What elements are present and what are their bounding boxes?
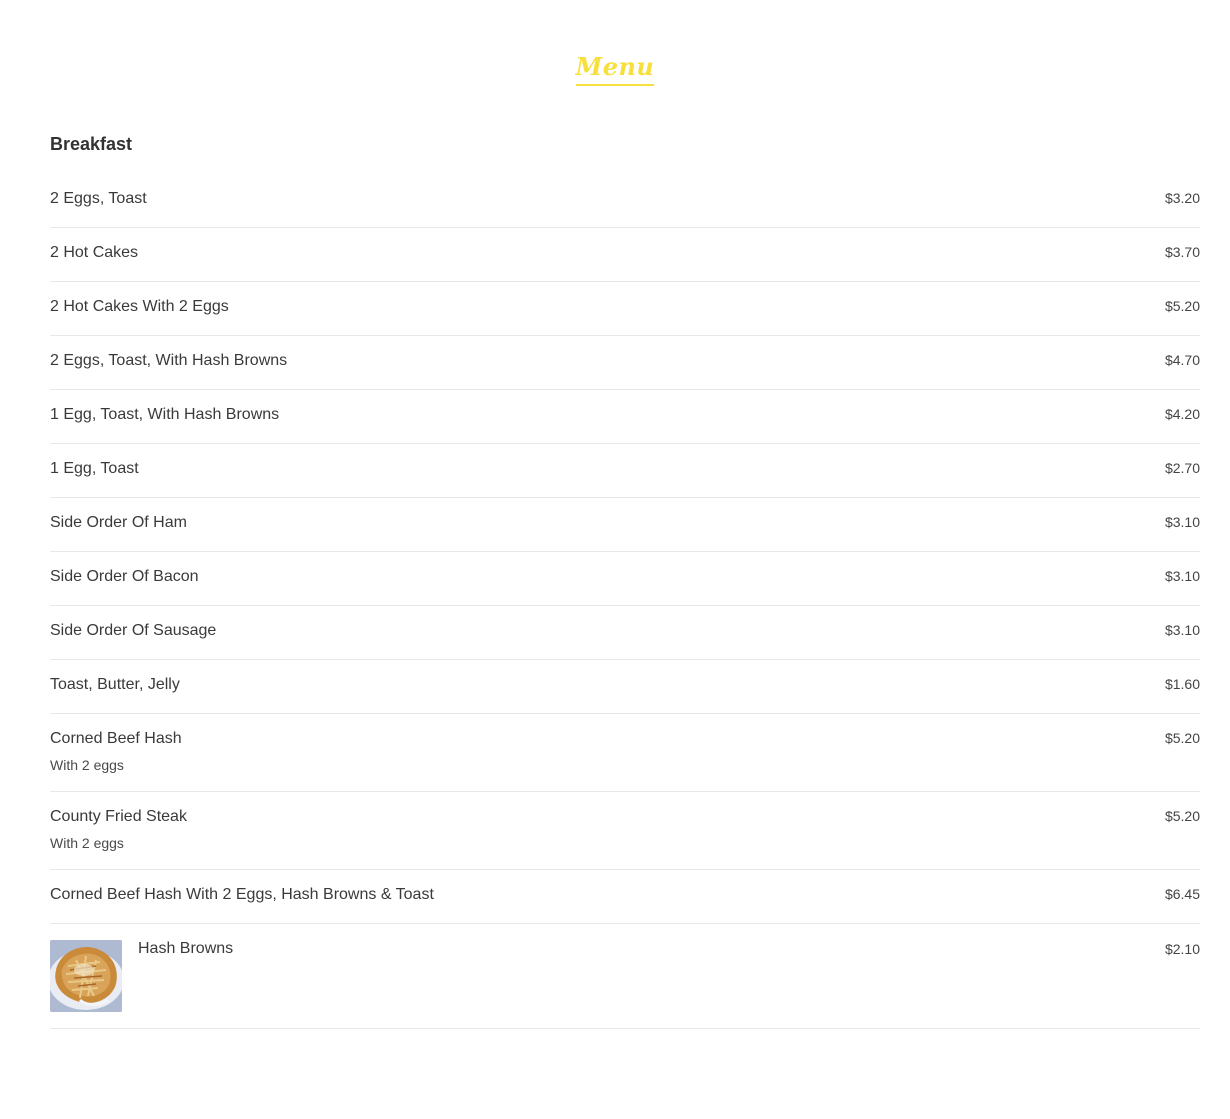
menu-item-name: Side Order Of Sausage — [50, 622, 217, 639]
hash-browns-photo[interactable] — [50, 940, 122, 1012]
menu-item-name: County Fried Steak — [50, 808, 187, 825]
menu-item-price: $5.20 — [1164, 730, 1200, 746]
menu-item-price: $3.10 — [1164, 568, 1200, 584]
menu-item-name: 2 Hot Cakes — [50, 244, 139, 261]
menu-item-name: 2 Hot Cakes With 2 Eggs — [50, 298, 229, 315]
menu-item-price: $3.10 — [1164, 622, 1200, 638]
menu-heading: Menu — [0, 52, 1230, 86]
menu-item[interactable]: 1 Egg, Toast $2.70 — [50, 444, 1200, 498]
menu-item-description: With 2 eggs — [50, 757, 124, 773]
menu-item-price: $5.20 — [1164, 808, 1200, 824]
menu-item-price: $4.70 — [1164, 352, 1200, 368]
menu-item[interactable]: 2 Eggs, Toast $3.20 — [50, 174, 1200, 228]
menu-item[interactable]: Toast, Butter, Jelly $1.60 — [50, 660, 1200, 714]
menu-item-description: With 2 eggs — [50, 835, 124, 851]
menu-item[interactable]: Side Order Of Bacon $3.10 — [50, 552, 1200, 606]
menu-item-name: 1 Egg, Toast — [50, 460, 139, 477]
menu-item[interactable]: Corned Beef Hash With 2 eggs $5.20 — [50, 714, 1200, 792]
menu-item-price: $3.70 — [1164, 244, 1200, 260]
section-title: Breakfast — [50, 134, 133, 154]
menu-item[interactable]: County Fried Steak With 2 eggs $5.20 — [50, 792, 1200, 870]
menu-item-price: $5.20 — [1164, 298, 1200, 314]
breakfast-section: Breakfast 2 Eggs, Toast $3.20 2 Hot Cake… — [50, 132, 1200, 1029]
menu-item-name: 1 Egg, Toast, With Hash Browns — [50, 406, 280, 423]
menu-item-price: $2.70 — [1164, 460, 1200, 476]
menu-item[interactable]: 2 Hot Cakes With 2 Eggs $5.20 — [50, 282, 1200, 336]
menu-item-name: Hash Browns — [138, 940, 234, 957]
menu-item[interactable]: 1 Egg, Toast, With Hash Browns $4.20 — [50, 390, 1200, 444]
menu-item-name: 2 Eggs, Toast, With Hash Browns — [50, 352, 288, 369]
menu-item-price: $2.10 — [1164, 941, 1200, 957]
menu-item-price: $1.60 — [1164, 676, 1200, 692]
menu-item[interactable]: Side Order Of Sausage $3.10 — [50, 606, 1200, 660]
menu-item[interactable]: Corned Beef Hash With 2 Eggs, Hash Brown… — [50, 870, 1200, 924]
menu-item-price: $4.20 — [1164, 406, 1200, 422]
menu-item[interactable]: Hash Browns $2.10 — [50, 924, 1200, 1029]
menu-item-name: 2 Eggs, Toast — [50, 190, 147, 207]
menu-item-name: Corned Beef Hash With 2 Eggs, Hash Brown… — [50, 886, 434, 903]
menu-item[interactable]: 2 Hot Cakes $3.70 — [50, 228, 1200, 282]
menu-item-name: Side Order Of Bacon — [50, 568, 199, 585]
menu-item-name: Toast, Butter, Jelly — [50, 676, 180, 693]
menu-item-list: 2 Eggs, Toast $3.20 2 Hot Cakes $3.70 2 … — [50, 174, 1200, 1029]
menu-title: Menu — [575, 52, 655, 86]
menu-item-name: Side Order Of Ham — [50, 514, 187, 531]
menu-item-price: $3.10 — [1164, 514, 1200, 530]
menu-item-price: $3.20 — [1164, 190, 1200, 206]
menu-item-name: Corned Beef Hash — [50, 730, 182, 747]
menu-item[interactable]: Side Order Of Ham $3.10 — [50, 498, 1200, 552]
menu-item-price: $6.45 — [1164, 886, 1200, 902]
menu-item[interactable]: 2 Eggs, Toast, With Hash Browns $4.70 — [50, 336, 1200, 390]
